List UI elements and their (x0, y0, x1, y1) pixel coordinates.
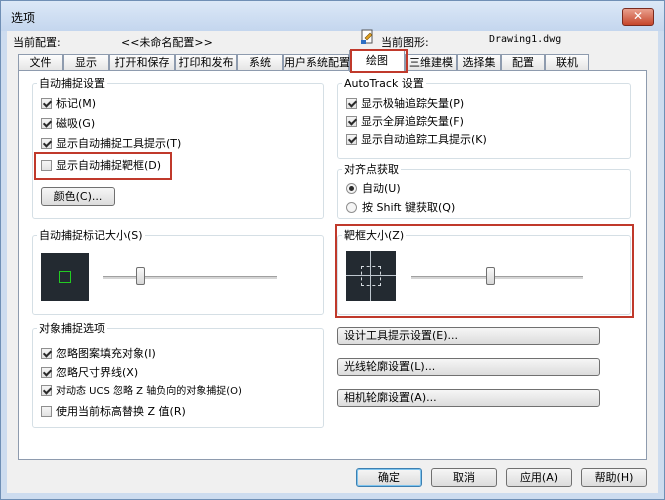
alignment-automatic-label: 自动(U) (362, 182, 401, 195)
fullscreen-tracking-vector-checkbox[interactable]: 显示全屏追踪矢量(F) (346, 115, 464, 129)
ignore-hatch-checkbox[interactable]: 忽略图案填充对象(I) (41, 347, 156, 361)
colors-button[interactable]: 颜色(C)... (41, 187, 115, 206)
alignment-shift-label: 按 Shift 键获取(Q) (362, 201, 456, 214)
tab-files[interactable]: 文件 (18, 54, 63, 70)
help-button[interactable]: 帮助(H) (581, 468, 647, 487)
checkbox-checked-icon (346, 134, 357, 145)
checkbox-unchecked-icon (41, 406, 52, 417)
polar-tracking-vector-checkbox[interactable]: 显示极轴追踪矢量(P) (346, 97, 464, 111)
window-title: 选项 (11, 11, 36, 25)
alignment-automatic-radio[interactable]: 自动(U) (346, 182, 401, 196)
replace-z-checkbox[interactable]: 使用当前标高替换 Z 值(R) (41, 405, 186, 419)
checkbox-checked-icon (41, 118, 52, 129)
marker-size-preview (41, 253, 89, 301)
checkbox-checked-icon (41, 348, 52, 359)
tab-open-save[interactable]: 打开和保存 (109, 54, 175, 70)
checkbox-checked-icon (346, 98, 357, 109)
marker-size-slider-track[interactable] (103, 276, 277, 279)
alignment-shift-radio[interactable]: 按 Shift 键获取(Q) (346, 201, 455, 215)
aperture-size-slider-thumb[interactable] (485, 267, 495, 285)
marker-checkbox[interactable]: 标记(M) (41, 97, 96, 111)
checkbox-checked-icon (346, 116, 357, 127)
tab-display[interactable]: 显示 (63, 54, 109, 70)
aperture-size-preview (346, 251, 396, 301)
design-tooltip-settings-button[interactable]: 设计工具提示设置(E)... (337, 327, 600, 345)
replace-z-label: 使用当前标高替换 Z 值(R) (56, 405, 186, 418)
current-drawing-value: Drawing1.dwg (489, 34, 562, 45)
snap-marker-square-icon (59, 271, 71, 283)
title-bar[interactable]: 选项 ✕ (1, 1, 664, 31)
tab-system[interactable]: 系统 (237, 54, 283, 70)
options-dialog: 选项 ✕ 当前配置: <<未命名配置>> 当前图形: Drawing1.dwg … (0, 0, 665, 500)
ok-button[interactable]: 确定 (356, 468, 422, 487)
tab-profiles[interactable]: 配置 (501, 54, 545, 70)
close-button[interactable]: ✕ (622, 8, 654, 26)
ignore-hatch-label: 忽略图案填充对象(I) (56, 347, 156, 360)
autotrack-tooltip-label: 显示自动追踪工具提示(K) (361, 133, 487, 146)
radio-unselected-icon (346, 202, 357, 213)
highlight-aperture-box-option (34, 152, 172, 180)
fullscreen-tracking-vector-label: 显示全屏追踪矢量(F) (361, 115, 464, 128)
checkbox-checked-icon (41, 138, 52, 149)
checkbox-checked-icon (41, 98, 52, 109)
marker-label: 标记(M) (56, 97, 97, 110)
drawing-file-icon (361, 29, 373, 44)
object-snap-options-legend: 对象捕捉选项 (39, 322, 105, 335)
ignore-extension-lines-checkbox[interactable]: 忽略尺寸界线(X) (41, 366, 138, 380)
magnet-label: 磁吸(G) (56, 117, 96, 130)
current-profile-value: <<未命名配置>> (121, 36, 213, 49)
autosnap-tooltip-label: 显示自动捕捉工具提示(T) (56, 137, 182, 150)
polar-tracking-vector-label: 显示极轴追踪矢量(P) (361, 97, 465, 110)
highlight-drafting-tab (350, 49, 408, 73)
marker-size-legend: 自动捕捉标记大小(S) (39, 229, 143, 242)
ignore-extension-lines-label: 忽略尺寸界线(X) (56, 366, 139, 379)
tab-online[interactable]: 联机 (545, 54, 589, 70)
camera-glyph-settings-button[interactable]: 相机轮廓设置(A)... (337, 389, 600, 407)
current-profile-label: 当前配置: (13, 36, 61, 49)
ignore-negative-z-checkbox[interactable]: 对动态 UCS 忽略 Z 轴负向的对象捕捉(O) (41, 385, 242, 399)
tab-selection[interactable]: 选择集 (457, 54, 501, 70)
aperture-size-slider-track[interactable] (411, 276, 583, 279)
alignment-acquisition-legend: 对齐点获取 (344, 163, 399, 176)
autotrack-tooltip-checkbox[interactable]: 显示自动追踪工具提示(K) (346, 133, 487, 147)
radio-selected-icon (346, 183, 357, 194)
aperture-box-icon (361, 266, 381, 286)
cancel-button[interactable]: 取消 (431, 468, 497, 487)
magnet-checkbox[interactable]: 磁吸(G) (41, 117, 95, 131)
checkbox-checked-icon (41, 385, 52, 396)
tab-3d-modeling[interactable]: 三维建模 (405, 54, 457, 70)
apply-button[interactable]: 应用(A) (506, 468, 572, 487)
marker-size-slider-thumb[interactable] (136, 267, 145, 285)
autosnap-tooltip-checkbox[interactable]: 显示自动捕捉工具提示(T) (41, 137, 181, 151)
current-drawing-label: 当前图形: (381, 36, 429, 49)
tab-user-preferences[interactable]: 用户系统配置 (283, 54, 350, 70)
ignore-negative-z-label: 对动态 UCS 忽略 Z 轴负向的对象捕捉(O) (56, 386, 242, 397)
tab-plot-publish[interactable]: 打印和发布 (175, 54, 237, 70)
autosnap-settings-legend: 自动捕捉设置 (39, 77, 105, 90)
autotrack-settings-legend: AutoTrack 设置 (344, 77, 424, 90)
checkbox-checked-icon (41, 367, 52, 378)
light-glyph-settings-button[interactable]: 光线轮廓设置(L)... (337, 358, 600, 376)
